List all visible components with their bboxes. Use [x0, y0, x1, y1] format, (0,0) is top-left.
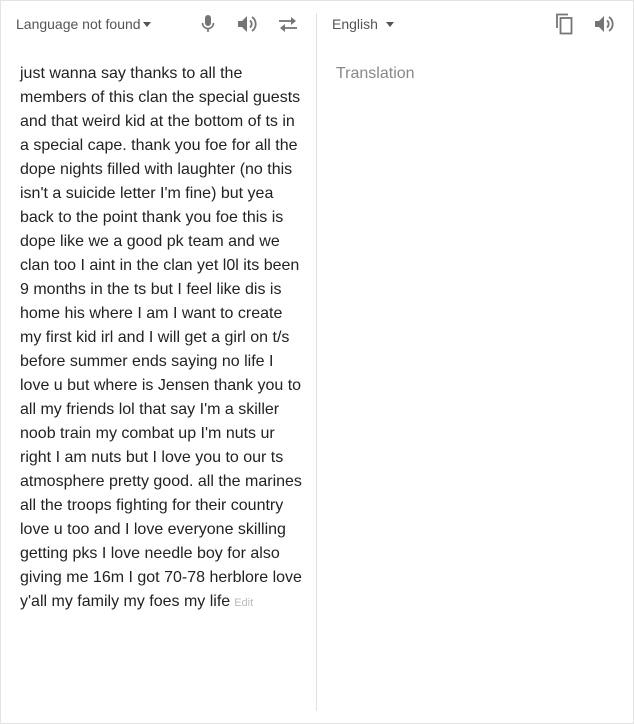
copy-icon — [556, 13, 573, 35]
target-pane: English Translation — [317, 1, 633, 723]
chevron-down-icon — [385, 22, 394, 27]
edit-link[interactable]: Edit — [234, 597, 253, 609]
speaker-icon — [238, 16, 257, 32]
target-language-select[interactable]: English — [332, 16, 394, 32]
source-pane: Language not found just wanna say thanks… — [1, 1, 317, 723]
target-listen-button[interactable] — [593, 12, 617, 36]
source-text-area[interactable]: just wanna say thanks to all the members… — [20, 62, 302, 615]
swap-icon — [279, 17, 297, 32]
copy-translation-button[interactable] — [552, 12, 576, 36]
microphone-icon — [201, 15, 215, 32]
source-listen-button[interactable] — [236, 12, 260, 36]
source-language-label: Language not found — [16, 16, 141, 32]
target-language-label: English — [332, 16, 378, 32]
translation-output: Translation — [336, 65, 415, 82]
speaker-icon — [595, 16, 614, 32]
chevron-down-icon — [142, 22, 151, 27]
source-toolbar: Language not found — [1, 1, 317, 47]
source-text: just wanna say thanks to all the members… — [20, 65, 302, 610]
microphone-button[interactable] — [196, 12, 220, 36]
source-language-select[interactable]: Language not found — [16, 16, 151, 32]
swap-languages-button[interactable] — [276, 12, 300, 36]
translate-widget: Language not found just wanna say thanks… — [0, 0, 634, 724]
target-toolbar: English — [317, 1, 633, 47]
